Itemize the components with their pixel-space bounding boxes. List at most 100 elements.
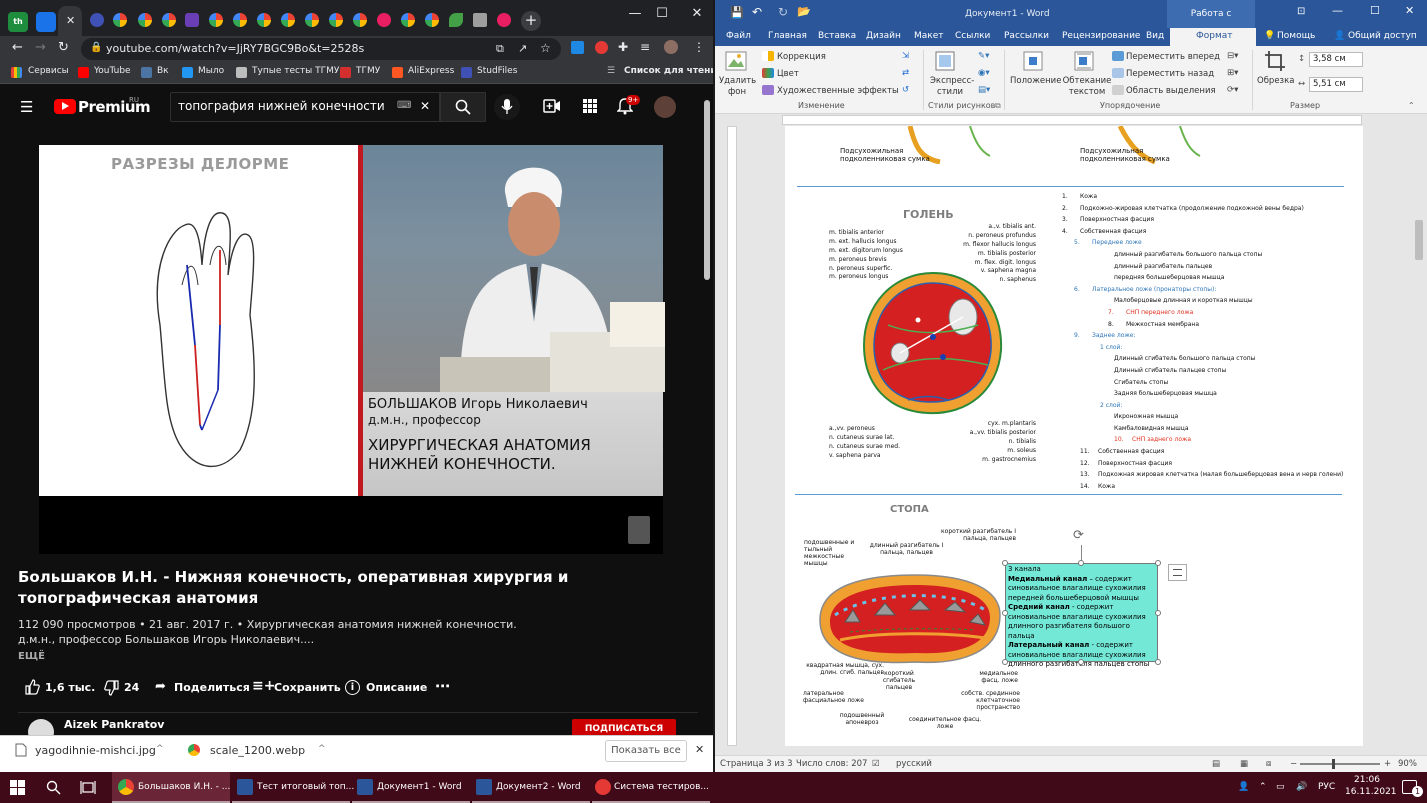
wrap-text-icon[interactable] xyxy=(1073,50,1095,72)
list-item[interactable]: 2 слой: xyxy=(1062,402,1343,414)
tab-insert[interactable]: Вставка xyxy=(818,31,856,41)
group-objects-icon[interactable]: ⊞▾ xyxy=(1227,68,1238,78)
ribbon-display-icon[interactable]: ⊡ xyxy=(1297,6,1305,17)
list-item[interactable]: 14. Кожа xyxy=(1062,483,1343,495)
resize-handle-se[interactable] xyxy=(1155,659,1161,665)
person-icon[interactable]: 👤 xyxy=(1238,782,1249,792)
position-button[interactable]: Положение xyxy=(1010,76,1061,86)
bring-forward-icon[interactable] xyxy=(1112,51,1124,61)
list-item[interactable]: 5. Переднее ложе xyxy=(1062,239,1343,251)
tab-favicon-chat[interactable] xyxy=(36,12,56,32)
install-icon[interactable]: ⧉ xyxy=(496,42,504,56)
zoom-in-icon[interactable]: + xyxy=(1384,759,1391,769)
tab-google-10[interactable] xyxy=(350,10,370,30)
show-more-link[interactable]: ЕЩЁ xyxy=(18,651,45,662)
list-item[interactable]: 12. Поверхностная фасция xyxy=(1062,460,1343,472)
textbox-content[interactable]: 3 канала Медиальный канал – содержит син… xyxy=(1008,565,1158,670)
channel-watermark-icon[interactable] xyxy=(628,516,650,544)
tab-layout[interactable]: Макет xyxy=(914,31,944,41)
tab-home[interactable]: Главная xyxy=(768,31,807,41)
tab-design[interactable]: Дизайн xyxy=(866,31,901,41)
zoom-out-icon[interactable]: − xyxy=(1290,759,1297,769)
list-item[interactable]: Сгибатель стопы xyxy=(1062,379,1343,391)
media-control-icon[interactable]: ≡ xyxy=(640,40,650,54)
url-text[interactable]: youtube.com/watch?v=JjRY7BGC9Bo&t=2528s xyxy=(106,42,364,55)
hamburger-menu-icon[interactable]: ☰ xyxy=(20,98,33,116)
save-button[interactable]: Сохранить xyxy=(274,681,341,694)
tab-studfiles-3[interactable] xyxy=(494,10,514,30)
list-item[interactable]: 1 слой: xyxy=(1062,344,1343,356)
zoom-level[interactable]: 90% xyxy=(1398,759,1417,769)
vk-icon[interactable] xyxy=(141,67,152,78)
keyboard-icon[interactable]: ⌨ xyxy=(397,100,411,111)
rotate-handle-icon[interactable]: ⟳ xyxy=(1073,528,1084,543)
remove-background-icon[interactable] xyxy=(724,50,748,72)
web-layout-icon[interactable]: ⧈ xyxy=(1266,759,1271,769)
bookmark-tests[interactable]: Тупые тесты ТГМУ xyxy=(252,66,339,76)
bookmark-aliexpress[interactable]: AliExpress xyxy=(408,66,454,76)
search-clear-icon[interactable]: ✕ xyxy=(420,99,430,113)
list-item[interactable]: 11. Собственная фасция xyxy=(1062,448,1343,460)
tab-google-4[interactable] xyxy=(206,10,226,30)
back-icon[interactable]: ← xyxy=(12,40,23,55)
list-item[interactable]: 9. Заднее ложе: xyxy=(1062,332,1343,344)
new-tab-button[interactable]: + xyxy=(521,11,541,31)
bring-forward-button[interactable]: Переместить вперед xyxy=(1126,52,1220,62)
redo-icon[interactable]: ↻ xyxy=(778,5,788,19)
read-mode-icon[interactable]: ▤ xyxy=(1212,759,1220,769)
video-meta[interactable]: 112 090 просмотров • 21 авг. 2017 г. • Х… xyxy=(18,617,698,647)
bookmark-studfiles[interactable]: StudFiles xyxy=(477,66,517,76)
selection-pane-icon[interactable] xyxy=(1112,85,1124,95)
send-backward-icon[interactable] xyxy=(1112,68,1124,78)
color-button[interactable]: Цвет xyxy=(777,69,799,79)
resize-handle-sw[interactable] xyxy=(1002,659,1008,665)
task-view-icon[interactable] xyxy=(80,780,96,795)
word-minimize-button[interactable]: — xyxy=(1332,4,1343,17)
list-item[interactable]: 7. СНП переднего ложа xyxy=(1062,309,1343,321)
crop-icon[interactable] xyxy=(1264,50,1286,72)
list-item[interactable]: 8. Межкостная мембрана xyxy=(1062,321,1343,333)
selection-pane-button[interactable]: Область выделения xyxy=(1126,86,1216,96)
tab-google-9[interactable] xyxy=(326,10,346,30)
tab-google-7[interactable] xyxy=(278,10,298,30)
tab-mailings[interactable]: Рассылки xyxy=(1004,31,1049,41)
wrap-text-button[interactable]: Обтекание текстом xyxy=(1062,76,1112,98)
tgmu-icon[interactable] xyxy=(340,67,351,78)
change-picture-icon[interactable]: ⇄ xyxy=(902,68,909,78)
save-icon[interactable]: 💾 xyxy=(730,6,744,19)
like-icon[interactable] xyxy=(24,679,40,695)
picture-effects-icon[interactable]: ◉▾ xyxy=(978,68,990,78)
resize-handle-n[interactable] xyxy=(1078,560,1084,566)
tab-file[interactable]: Файл xyxy=(726,31,751,41)
reading-list-icon[interactable]: ☰ xyxy=(607,66,615,76)
tab-printer[interactable] xyxy=(470,10,490,30)
list-item[interactable]: Малоберцовые длинная и короткая мышцы xyxy=(1062,297,1343,309)
list-item[interactable]: длинный разгибатель пальцев xyxy=(1062,263,1343,275)
list-item[interactable]: 4. Собственная фасция xyxy=(1062,228,1343,240)
dislike-icon[interactable] xyxy=(104,680,120,696)
open-folder-icon[interactable]: 📂 xyxy=(797,5,811,18)
print-layout-icon[interactable]: ▦ xyxy=(1240,759,1248,769)
bookmark-star-icon[interactable]: ☆ xyxy=(540,41,551,55)
bookmark-mail[interactable]: Мыло xyxy=(198,66,224,76)
share-icon[interactable]: ↗ xyxy=(518,42,527,55)
rotate-icon[interactable]: ⟳▾ xyxy=(1227,85,1238,95)
word-maximize-button[interactable]: ☐ xyxy=(1370,4,1380,17)
align-icon[interactable]: ⊟▾ xyxy=(1227,51,1238,61)
apps-grid-icon[interactable] xyxy=(582,98,598,114)
page-scrollbar[interactable] xyxy=(704,100,710,280)
youtube-bookmark-icon[interactable] xyxy=(78,67,89,78)
tab-format[interactable]: Формат xyxy=(1196,31,1233,41)
resize-handle-ne[interactable] xyxy=(1155,560,1161,566)
menu-dots-icon[interactable]: ⋮ xyxy=(693,40,705,54)
share-button[interactable]: Поделиться xyxy=(174,681,250,694)
express-styles-icon[interactable] xyxy=(934,50,956,72)
list-item[interactable]: 13. Подкожная жировая клетчатка (малая бо… xyxy=(1062,471,1343,483)
resize-handle-e[interactable] xyxy=(1155,610,1161,616)
tray-chevron-icon[interactable]: ⌃ xyxy=(1259,782,1267,792)
tab-review[interactable]: Рецензирование xyxy=(1062,31,1140,41)
bookmark-tgmu[interactable]: ТГМУ xyxy=(356,66,380,76)
zoom-slider[interactable] xyxy=(1300,763,1380,765)
resize-handle-w[interactable] xyxy=(1002,610,1008,616)
artistic-effects-icon[interactable] xyxy=(762,85,774,95)
